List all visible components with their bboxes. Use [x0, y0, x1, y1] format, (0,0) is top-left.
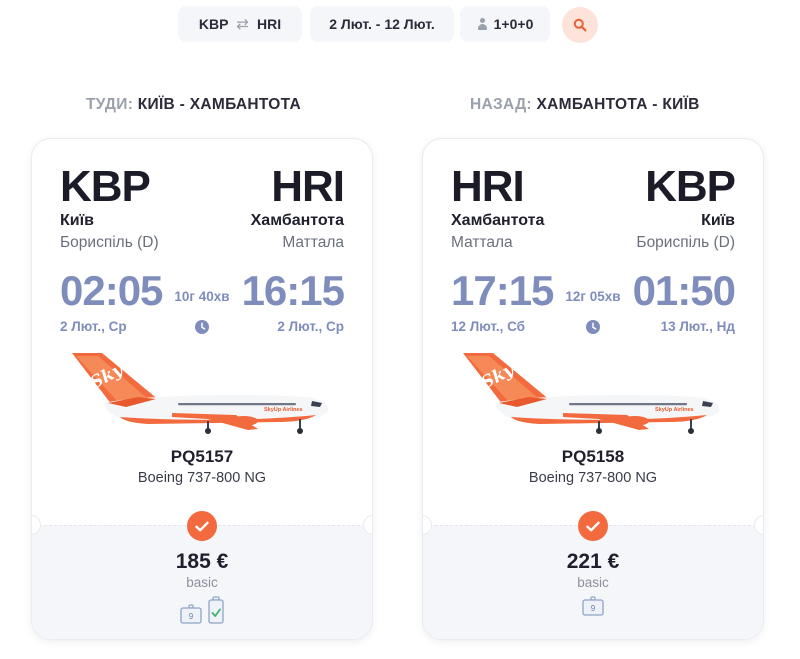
departure-code: HRI — [451, 162, 525, 211]
return-heading-prefix: НАЗАД: — [470, 96, 532, 113]
airplane-image: SkyUp SkyUp Airlines — [463, 347, 720, 434]
clock-icon — [586, 320, 600, 334]
return-flight-card[interactable]: HRI KBP Хамбантота Київ Маттала Бориспіл… — [422, 138, 764, 640]
return-heading: НАЗАД: ХАМБАНТОТА - КИЇВ — [470, 96, 700, 114]
hand-luggage-weight: 9 — [591, 604, 596, 613]
hand-luggage-icon: 9 — [582, 596, 604, 616]
outbound-heading-prefix: ТУДИ: — [86, 96, 134, 113]
clock-icon — [195, 320, 209, 334]
departure-date: 2 Лют., Ср — [60, 319, 127, 334]
baggage-icons: 9 — [423, 596, 763, 616]
outbound-heading-route: КИЇВ - ХАМБАНТОТА — [137, 96, 301, 113]
arrival-code: KBP — [645, 162, 736, 211]
arrival-city: Київ — [701, 212, 735, 229]
search-icon — [573, 18, 587, 32]
svg-text:SkyUp Airlines: SkyUp Airlines — [655, 407, 694, 413]
flight-duration: 10г 40хв — [174, 289, 230, 304]
fare-name: basic — [577, 575, 609, 590]
fare-price: 221 € — [566, 550, 620, 573]
hand-luggage-weight: 9 — [189, 612, 194, 621]
arrival-city: Хамбантота — [250, 212, 344, 229]
city-names: Київ Хамбантота — [60, 212, 344, 230]
fare-name: basic — [186, 575, 218, 590]
airplane-image: SkyUp SkyUp Airlines — [72, 347, 329, 434]
airport-codes: KBP HRI — [60, 162, 345, 211]
departure-airport: Бориспіль (D) — [60, 234, 159, 251]
aircraft-type: Boeing 737-800 NG — [528, 470, 658, 486]
svg-text:SkyUp Airlines: SkyUp Airlines — [264, 407, 303, 413]
arrival-code: HRI — [271, 162, 345, 211]
flight-number: PQ5158 — [561, 447, 625, 466]
arrival-airport: Маттала — [282, 234, 344, 251]
passenger-selector[interactable]: 1+0+0 — [460, 6, 550, 42]
outbound-heading: ТУДИ: КИЇВ - ХАМБАНТОТА — [86, 96, 301, 114]
baggage-icons: 9 — [32, 596, 372, 624]
route-selector[interactable]: KBP ⇄ HRI — [178, 6, 302, 42]
search-bar: KBP ⇄ HRI 2 Лют. - 12 Лют. 1+0+0 — [0, 6, 800, 43]
departure-date: 12 Лют., Сб — [451, 319, 526, 334]
selected-check-icon[interactable] — [578, 511, 608, 541]
airport-codes: HRI KBP — [451, 162, 736, 211]
fare-price: 185 € — [175, 550, 229, 573]
origin-code: KBP — [198, 16, 229, 32]
aircraft-type: Boeing 737-800 NG — [137, 470, 267, 486]
flight-number: PQ5157 — [170, 447, 234, 466]
checked-bag-icon — [208, 596, 224, 624]
arrival-date: 2 Лют., Ср — [277, 319, 344, 334]
departure-city: Хамбантота — [451, 212, 545, 229]
arrival-airport: Бориспіль (D) — [636, 234, 735, 251]
swap-icon[interactable]: ⇄ — [236, 15, 249, 33]
airport-names: Бориспіль (D) Маттала — [60, 234, 344, 252]
city-names: Хамбантота Київ — [451, 212, 735, 230]
destination-code: HRI — [257, 16, 282, 32]
arrival-date: 13 Лют., Нд — [660, 319, 735, 334]
departure-airport: Маттала — [451, 234, 513, 251]
date-selector[interactable]: 2 Лют. - 12 Лют. — [310, 6, 454, 42]
person-icon — [477, 17, 488, 31]
departure-code: KBP — [60, 162, 151, 211]
date-range: 2 Лют. - 12 Лют. — [329, 16, 435, 32]
outbound-flight-card[interactable]: KBP HRI Київ Хамбантота Бориспіль (D) Ма… — [31, 138, 373, 640]
return-heading-route: ХАМБАНТОТА - КИЇВ — [536, 96, 700, 113]
passenger-count: 1+0+0 — [493, 16, 534, 32]
search-button[interactable] — [562, 7, 598, 43]
departure-city: Київ — [60, 212, 94, 229]
selected-check-icon[interactable] — [187, 511, 217, 541]
flight-duration: 12г 05хв — [565, 289, 621, 304]
airport-names: Маттала Бориспіль (D) — [451, 234, 735, 252]
hand-luggage-icon: 9 — [180, 604, 202, 624]
